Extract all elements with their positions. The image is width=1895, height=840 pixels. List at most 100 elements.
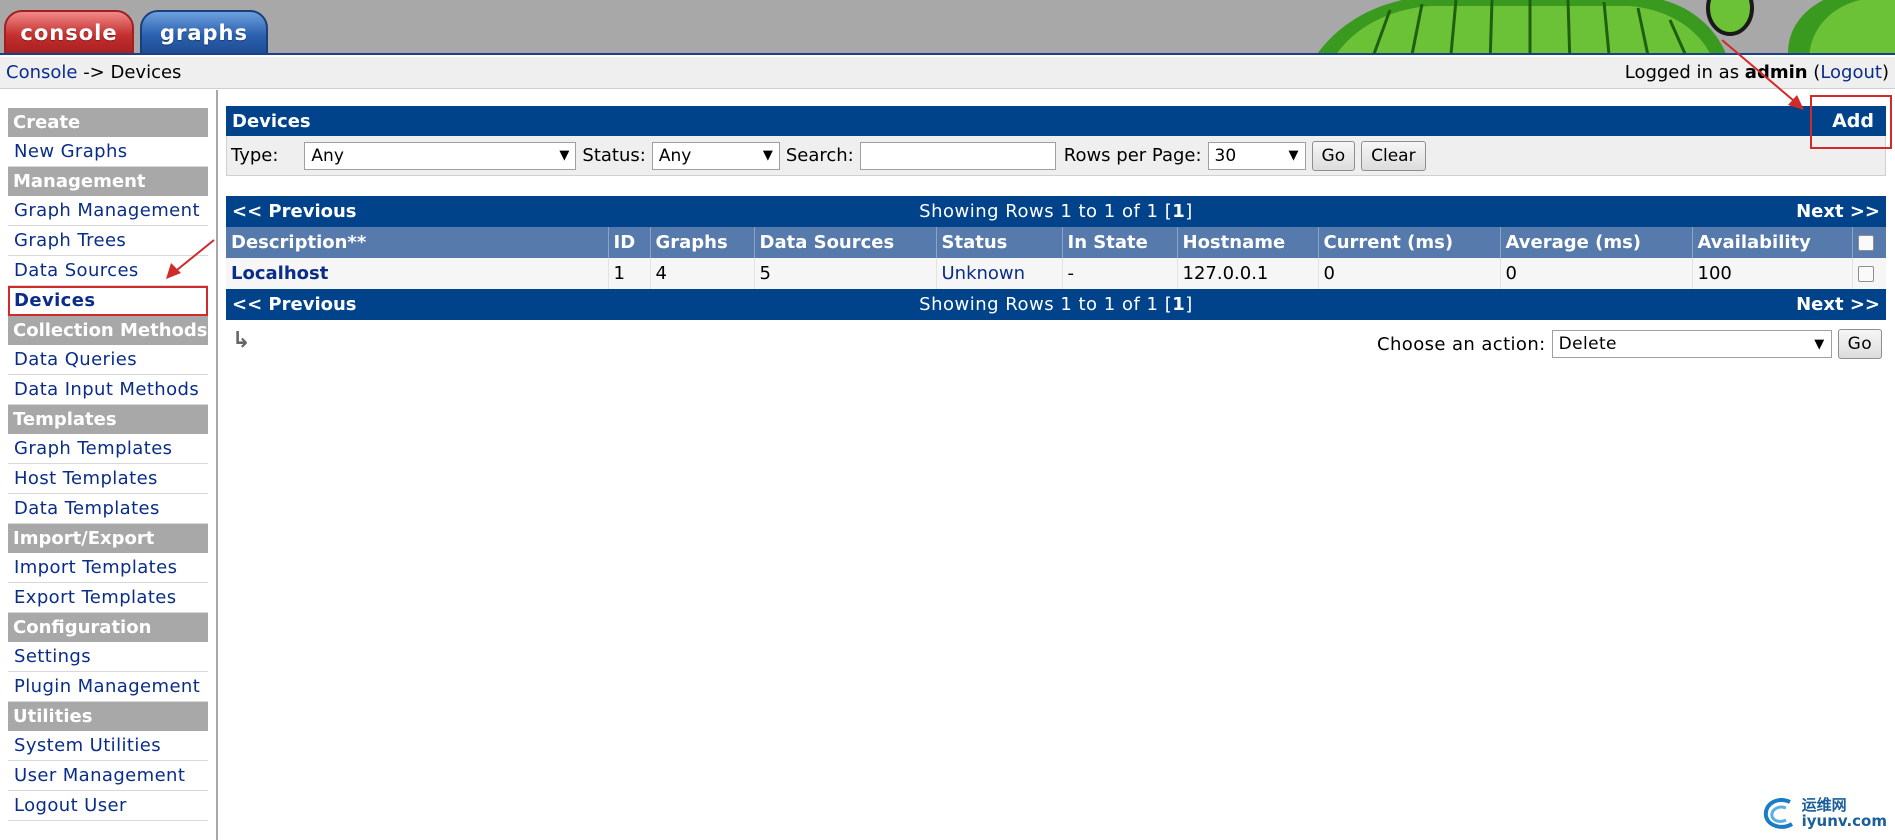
sidebar-item-data-queries[interactable]: Data Queries [8, 345, 208, 375]
type-select-value: Any [311, 145, 344, 166]
breadcrumb-row: Console -> Devices Logged in as admin (L… [0, 57, 1895, 89]
sidebar: Create New Graphs Management Graph Manag… [0, 90, 218, 840]
logout-link[interactable]: Logout [1820, 62, 1882, 83]
action-go-button[interactable]: Go [1837, 329, 1882, 359]
sidebar-heading-collection-methods: Collection Methods [8, 316, 208, 345]
select-all-cell [1851, 227, 1886, 258]
sidebar-item-host-templates[interactable]: Host Templates [8, 464, 208, 494]
pager-showing-top: Showing Rows 1 to 1 of 1 [1] [226, 201, 1886, 222]
filter-clear-button[interactable]: Clear [1361, 140, 1426, 171]
device-availability: 100 [1691, 258, 1852, 289]
action-row: ↳ Choose an action: Delete ▼ Go [226, 320, 1886, 364]
login-user: admin [1744, 62, 1808, 83]
breadcrumb: Console -> Devices [6, 62, 181, 83]
type-label: Type: [231, 145, 279, 166]
column-header-description[interactable]: Description** [226, 227, 608, 258]
type-select[interactable]: Any ▼ [304, 141, 577, 170]
column-header-hostname[interactable]: Hostname [1176, 227, 1318, 258]
sidebar-item-graph-templates[interactable]: Graph Templates [8, 434, 208, 464]
sidebar-item-user-management[interactable]: User Management [8, 761, 208, 791]
column-header-status[interactable]: Status [935, 227, 1062, 258]
rows-per-page-value: 30 [1214, 145, 1237, 166]
action-select-value: Delete [1558, 334, 1617, 354]
pager-page-number[interactable]: 1 [1172, 201, 1185, 222]
column-header-id[interactable]: ID [607, 227, 650, 258]
tab-graphs[interactable]: graphs [140, 10, 268, 53]
sidebar-item-plugin-management[interactable]: Plugin Management [8, 672, 208, 702]
devices-title: Devices [232, 110, 311, 132]
pager-page-number[interactable]: 1 [1172, 294, 1185, 315]
action-select[interactable]: Delete ▼ [1551, 330, 1832, 358]
sidebar-item-import-templates[interactable]: Import Templates [8, 553, 208, 583]
device-current-ms: 0 [1317, 258, 1500, 289]
sidebar-item-graph-management[interactable]: Graph Management [8, 196, 208, 226]
sidebar-heading-create: Create [8, 108, 208, 137]
add-device-button[interactable]: Add [1826, 110, 1880, 132]
pager-previous-link[interactable]: << Previous [232, 201, 357, 222]
sidebar-heading-configuration: Configuration [8, 613, 208, 642]
pager-previous-link[interactable]: << Previous [232, 294, 357, 315]
sidebar-item-new-graphs[interactable]: New Graphs [8, 137, 208, 167]
filter-go-button[interactable]: Go [1311, 140, 1356, 171]
device-id: 1 [607, 258, 650, 289]
chevron-down-icon: ▼ [559, 148, 570, 163]
sidebar-heading-templates: Templates [8, 405, 208, 434]
watermark-text-url: iyunv.com [1801, 812, 1887, 830]
sidebar-item-data-input-methods[interactable]: Data Input Methods [8, 375, 208, 405]
rows-per-page-select[interactable]: 30 ▼ [1207, 141, 1306, 170]
chevron-down-icon: ▼ [762, 148, 773, 163]
column-header-graphs[interactable]: Graphs [649, 227, 754, 258]
device-description-link[interactable]: Localhost [231, 263, 328, 284]
action-label: Choose an action: [1377, 333, 1546, 355]
select-all-checkbox[interactable] [1857, 235, 1874, 251]
sidebar-item-graph-trees[interactable]: Graph Trees [8, 226, 208, 256]
chevron-down-icon: ▼ [1288, 148, 1299, 163]
sidebar-heading-import-export: Import/Export [8, 524, 208, 553]
main-content: Devices Add Type: Any ▼ Status: Any ▼ Se… [226, 106, 1886, 364]
sidebar-item-system-utilities[interactable]: System Utilities [8, 731, 208, 761]
column-header-in-state[interactable]: In State [1061, 227, 1177, 258]
device-status: Unknown [941, 263, 1026, 284]
search-label: Search: [785, 145, 854, 166]
watermark-logo-icon [1763, 797, 1793, 829]
pager-next-link[interactable]: Next >> [1796, 294, 1880, 315]
sidebar-heading-utilities: Utilities [8, 702, 208, 731]
device-average-ms: 0 [1499, 258, 1692, 289]
watermark: 运维网 iyunv.com [1760, 796, 1887, 832]
pager-next-link[interactable]: Next >> [1796, 201, 1880, 222]
breadcrumb-console-link[interactable]: Console [6, 62, 77, 83]
sidebar-item-settings[interactable]: Settings [8, 642, 208, 672]
filter-bar: Type: Any ▼ Status: Any ▼ Search: Rows p… [226, 136, 1886, 176]
devices-table: Description** ID Graphs Data Sources Sta… [226, 227, 1886, 289]
sidebar-item-data-templates[interactable]: Data Templates [8, 494, 208, 524]
row-checkbox[interactable] [1857, 266, 1874, 282]
column-header-average-ms[interactable]: Average (ms) [1499, 227, 1692, 258]
login-close: ) [1881, 62, 1889, 83]
breadcrumb-separator: -> [77, 62, 111, 83]
sidebar-item-logout-user[interactable]: Logout User [8, 791, 208, 821]
sidebar-item-devices[interactable]: Devices [8, 286, 208, 316]
sidebar-heading-management: Management [8, 167, 208, 196]
pager-showing-text: Showing Rows 1 to 1 of 1 [ [919, 201, 1173, 222]
pager-top: Showing Rows 1 to 1 of 1 [1] << Previous… [226, 196, 1886, 227]
status-select-value: Any [658, 145, 692, 166]
breadcrumb-current: Devices [110, 62, 182, 83]
column-header-data-sources[interactable]: Data Sources [753, 227, 936, 258]
pager-showing-end: ] [1185, 294, 1193, 315]
device-data-sources: 5 [753, 258, 936, 289]
status-select[interactable]: Any ▼ [651, 141, 780, 170]
sidebar-item-export-templates[interactable]: Export Templates [8, 583, 208, 613]
device-in-state: - [1061, 258, 1177, 289]
column-header-availability[interactable]: Availability [1691, 227, 1852, 258]
table-row[interactable]: Localhost 1 4 5 Unknown - 127.0.0.1 0 0 … [226, 258, 1886, 289]
device-graphs: 4 [649, 258, 754, 289]
sidebar-item-data-sources[interactable]: Data Sources [8, 256, 208, 286]
pager-showing-bottom: Showing Rows 1 to 1 of 1 [1] [226, 294, 1886, 315]
login-status: Logged in as admin (Logout) [1602, 41, 1889, 104]
action-controls: Choose an action: Delete ▼ Go [1377, 329, 1882, 359]
login-open: ( [1807, 62, 1821, 83]
column-header-current-ms[interactable]: Current (ms) [1317, 227, 1500, 258]
search-input[interactable] [859, 141, 1056, 170]
tab-console[interactable]: console [4, 10, 134, 53]
login-prefix: Logged in as [1624, 62, 1745, 83]
